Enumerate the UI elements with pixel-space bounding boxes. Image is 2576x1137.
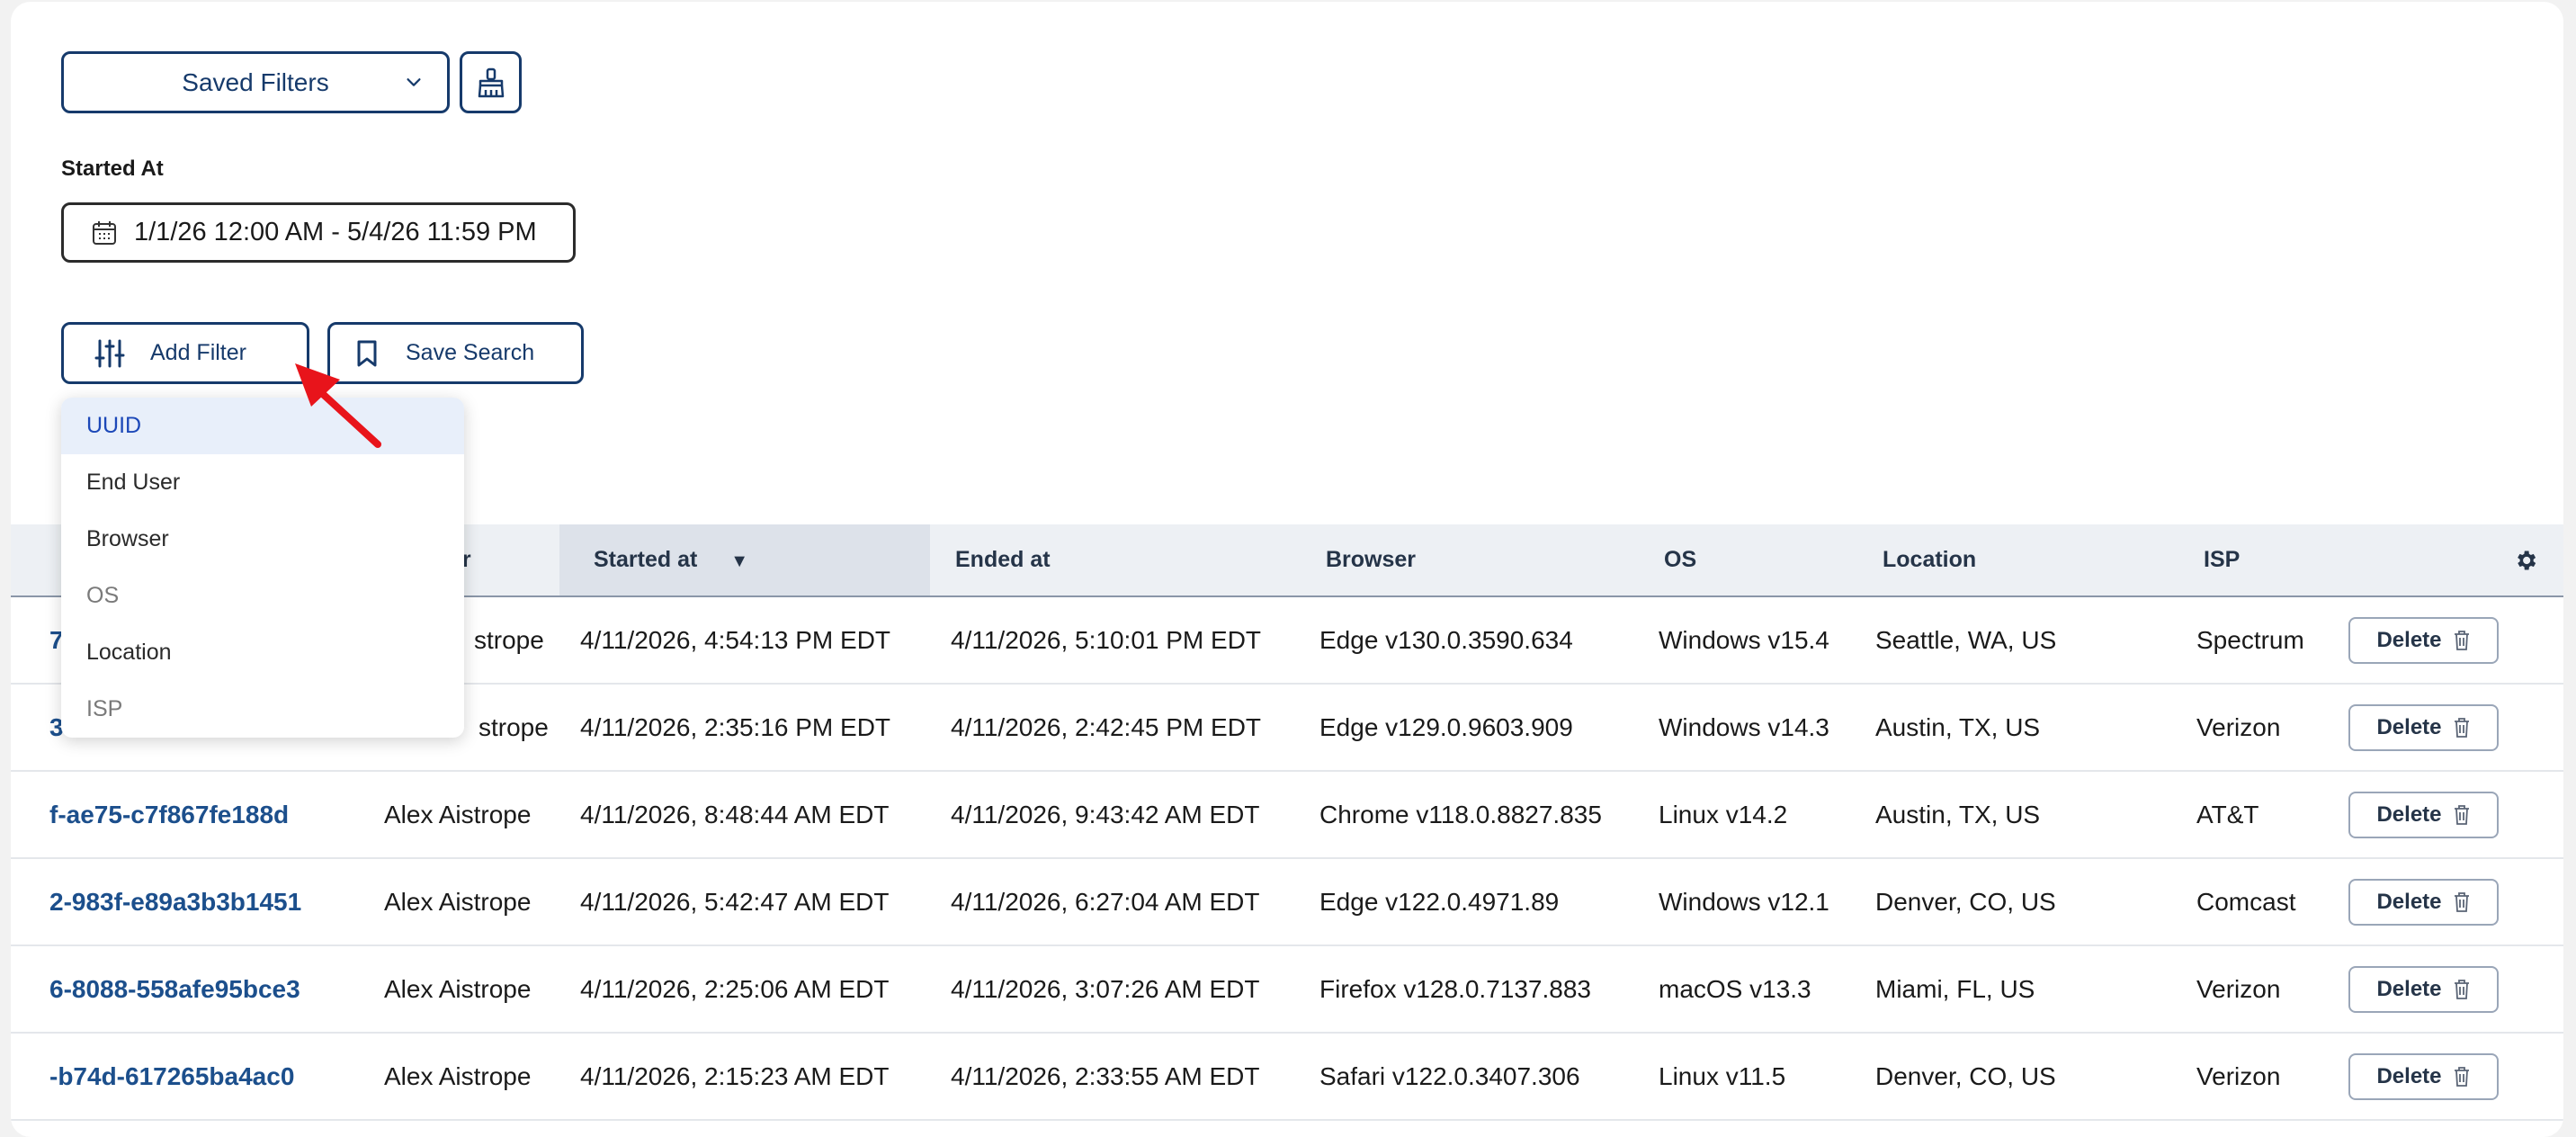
cell-uuid-link[interactable]: f-ae75-c7f867fe188d	[49, 772, 289, 857]
table-row[interactable]: f-ae75-c7f867fe188d Alex Aistrope 4/11/202…	[11, 772, 2563, 859]
chevron-down-icon	[407, 78, 421, 86]
calendar-icon	[93, 220, 116, 245]
delete-label: Delete	[2376, 628, 2442, 652]
cell-isp: Spectrum	[2196, 626, 2304, 654]
cell-started-at: 4/11/2026, 8:48:44 AM EDT	[580, 801, 890, 828]
cell-uuid-link[interactable]: 2-983f-e89a3b3b1451	[49, 859, 301, 945]
cell-isp: AT&T	[2196, 801, 2259, 828]
sliders-icon	[94, 339, 125, 367]
add-filter-menu: UUID End User Browser OS Location ISP	[61, 398, 464, 738]
date-range-picker[interactable]: 1/1/26 12:00 AM - 5/4/26 11:59 PM	[61, 202, 576, 263]
cell-end-user: strope	[479, 713, 549, 741]
cell-os: Linux v11.5	[1659, 1062, 1786, 1090]
sessions-panel: Saved Filters Started At 1/1/26 12:00 AM…	[11, 2, 2563, 1137]
cell-uuid-link[interactable]: 6-8088-558afe95bce3	[49, 946, 300, 1032]
cell-isp: Verizon	[2196, 713, 2281, 741]
broom-icon	[478, 67, 504, 97]
cell-browser: Safari v122.0.3407.306	[1319, 1062, 1580, 1090]
header-started-at[interactable]: Started at ▼	[559, 524, 930, 595]
delete-label: Delete	[2376, 1064, 2442, 1088]
delete-label: Delete	[2376, 715, 2442, 739]
trash-icon	[2454, 892, 2469, 912]
delete-button[interactable]: Delete	[2348, 966, 2499, 1013]
cell-browser: Chrome v118.0.8827.835	[1319, 801, 1602, 828]
trash-icon	[2454, 980, 2469, 999]
header-ended-at[interactable]: Ended at	[955, 524, 1051, 595]
saved-filters-label: Saved Filters	[182, 67, 329, 96]
cell-location: Denver, CO, US	[1875, 1062, 2056, 1090]
saved-filters-dropdown[interactable]: Saved Filters	[61, 51, 450, 113]
delete-button[interactable]: Delete	[2348, 1053, 2499, 1100]
cell-os: Windows v12.1	[1659, 888, 1829, 916]
cell-end-user: Alex Aistrope	[384, 801, 532, 828]
cell-location: Denver, CO, US	[1875, 888, 2056, 916]
add-filter-label: Add Filter	[150, 340, 246, 365]
cell-os: Windows v14.3	[1659, 713, 1829, 741]
cell-started-at: 4/11/2026, 2:25:06 AM EDT	[580, 975, 890, 1003]
cell-ended-at: 4/11/2026, 2:42:45 PM EDT	[951, 713, 1262, 741]
header-started-at-label: Started at	[594, 547, 698, 572]
menu-item-browser[interactable]: Browser	[61, 511, 464, 568]
menu-item-os[interactable]: OS	[61, 568, 464, 624]
menu-item-uuid[interactable]: UUID	[61, 398, 464, 454]
cell-browser: Edge v129.0.9603.909	[1319, 713, 1573, 741]
cell-started-at: 4/11/2026, 2:15:23 AM EDT	[580, 1062, 890, 1090]
header-location[interactable]: Location	[1883, 524, 1976, 595]
cell-end-user: Alex Aistrope	[384, 888, 532, 916]
cell-end-user: Alex Aistrope	[384, 1062, 532, 1090]
cell-browser: Edge v122.0.4971.89	[1319, 888, 1560, 916]
table-row[interactable]: -b74d-617265ba4ac0 Alex Aistrope 4/11/2026…	[11, 1034, 2563, 1121]
cell-ended-at: 4/11/2026, 2:33:55 AM EDT	[951, 1062, 1260, 1090]
clear-filters-button[interactable]	[460, 51, 522, 113]
cell-isp: Comcast	[2196, 888, 2296, 916]
delete-button[interactable]: Delete	[2348, 704, 2499, 751]
header-os[interactable]: OS	[1664, 524, 1696, 595]
save-search-label: Save Search	[406, 340, 535, 365]
cell-os: Windows v15.4	[1659, 626, 1829, 654]
cell-ended-at: 4/11/2026, 3:07:26 AM EDT	[951, 975, 1260, 1003]
trash-icon	[2454, 631, 2469, 650]
trash-icon	[2454, 805, 2469, 825]
cell-browser: Firefox v128.0.7137.883	[1319, 975, 1591, 1003]
delete-label: Delete	[2376, 977, 2442, 1001]
cell-end-user: strope	[474, 626, 544, 654]
table-row[interactable]: 6-8088-558afe95bce3 Alex Aistrope 4/11/202…	[11, 946, 2563, 1034]
cell-end-user: Alex Aistrope	[384, 975, 532, 1003]
cell-ended-at: 4/11/2026, 9:43:42 AM EDT	[951, 801, 1260, 828]
cell-isp: Verizon	[2196, 975, 2281, 1003]
started-at-label: Started At	[61, 157, 164, 181]
cell-browser: Edge v130.0.3590.634	[1319, 626, 1573, 654]
cell-ended-at: 4/11/2026, 5:10:01 PM EDT	[951, 626, 1262, 654]
menu-item-end-user[interactable]: End User	[61, 454, 464, 511]
delete-button[interactable]: Delete	[2348, 879, 2499, 926]
menu-item-isp[interactable]: ISP	[61, 681, 464, 738]
cell-started-at: 4/11/2026, 2:35:16 PM EDT	[580, 713, 891, 741]
cell-location: Austin, TX, US	[1875, 801, 2041, 828]
cell-os: macOS v13.3	[1659, 975, 1811, 1003]
cell-location: Miami, FL, US	[1875, 975, 2035, 1003]
table-row[interactable]: 2-983f-e89a3b3b1451 Alex Aistrope 4/11/202…	[11, 859, 2563, 946]
trash-icon	[2454, 718, 2469, 738]
cell-started-at: 4/11/2026, 5:42:47 AM EDT	[580, 888, 890, 916]
delete-button[interactable]: Delete	[2348, 617, 2499, 664]
header-browser[interactable]: Browser	[1326, 524, 1416, 595]
cell-isp: Verizon	[2196, 1062, 2281, 1090]
gear-icon[interactable]	[2513, 548, 2538, 573]
add-filter-button[interactable]: Add Filter	[61, 322, 309, 384]
delete-label: Delete	[2376, 802, 2442, 827]
annotation-arrow-icon	[295, 363, 381, 448]
cell-location: Austin, TX, US	[1875, 713, 2041, 741]
header-isp[interactable]: ISP	[2204, 524, 2240, 595]
cell-location: Seattle, WA, US	[1875, 626, 2057, 654]
cell-os: Linux v14.2	[1659, 801, 1788, 828]
delete-label: Delete	[2376, 890, 2442, 914]
cell-started-at: 4/11/2026, 4:54:13 PM EDT	[580, 626, 891, 654]
menu-item-location[interactable]: Location	[61, 624, 464, 681]
delete-button[interactable]: Delete	[2348, 792, 2499, 838]
cell-uuid-link[interactable]: -b74d-617265ba4ac0	[49, 1034, 294, 1119]
trash-icon	[2454, 1067, 2469, 1087]
sort-desc-icon: ▼	[730, 551, 749, 571]
cell-ended-at: 4/11/2026, 6:27:04 AM EDT	[951, 888, 1260, 916]
date-range-value: 1/1/26 12:00 AM - 5/4/26 11:59 PM	[134, 218, 537, 246]
